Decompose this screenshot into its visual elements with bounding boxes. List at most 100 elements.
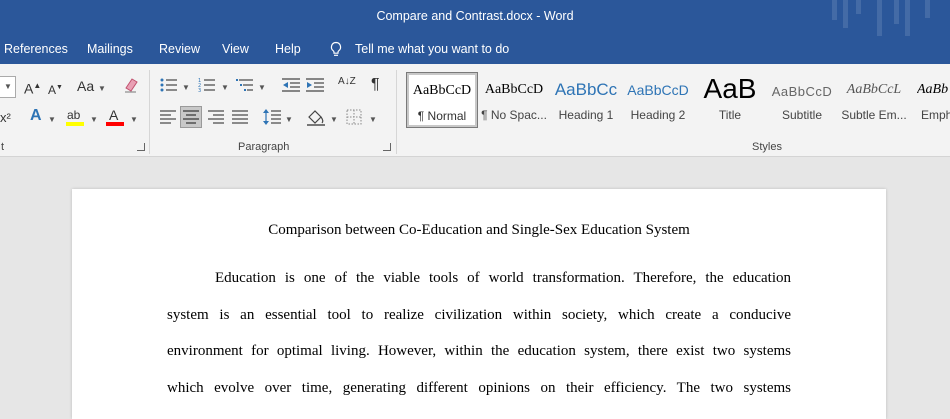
text-effects-label: A <box>30 107 42 124</box>
tab-review[interactable]: Review <box>159 42 200 56</box>
shading-icon[interactable] <box>306 108 326 126</box>
highlight-label: ab <box>67 108 81 122</box>
tab-view[interactable]: View <box>222 42 249 56</box>
superscript-button[interactable]: x² <box>0 111 11 125</box>
highlight-button[interactable]: ab <box>66 108 86 126</box>
style-name: Heading 2 <box>630 108 686 122</box>
style-name: Subtitle <box>781 108 823 122</box>
font-color-label: A <box>109 107 119 123</box>
titlebar-decoration <box>877 0 882 36</box>
style-heading-1[interactable]: AaBbCc Heading 1 <box>551 72 621 126</box>
justify-icon[interactable] <box>232 110 248 124</box>
styles-group-label: Styles <box>752 141 782 153</box>
titlebar-decoration <box>925 0 930 18</box>
title-bar: Compare and Contrast.docx - Word <box>0 0 950 36</box>
style-title[interactable]: AaB Title <box>695 72 765 126</box>
style-subtle-emphasis[interactable]: AaBbCcL Subtle Em... <box>839 72 909 126</box>
superscript-label: x² <box>0 110 11 125</box>
show-formatting-button[interactable]: ¶ <box>371 76 380 93</box>
style-name: Heading 1 <box>558 108 614 122</box>
ribbon-home: ▼ A▲ A▼ Aa ▼ x² A ▼ ab ▼ A ▼ t ▼ 1 2 3 ▼… <box>0 64 950 157</box>
chevron-down-icon[interactable]: ▼ <box>330 115 338 124</box>
shrink-font-button[interactable]: A▼ <box>48 81 63 97</box>
line-spacing-icon[interactable] <box>263 109 281 125</box>
bullets-icon[interactable] <box>160 77 178 93</box>
chevron-down-icon[interactable]: ▼ <box>258 83 266 92</box>
tab-help[interactable]: Help <box>275 42 301 56</box>
text-effects-button[interactable]: A <box>30 107 42 124</box>
style-sample: AaBbCcD <box>484 82 544 97</box>
tab-mailings[interactable]: Mailings <box>87 42 133 56</box>
chevron-down-icon[interactable]: ▼ <box>369 115 377 124</box>
chevron-down-icon: ▼ <box>4 82 12 91</box>
paragraph-line: environment for optimal living. However,… <box>167 343 791 359</box>
shrink-font-label: A <box>48 83 57 97</box>
chevron-down-icon[interactable]: ▼ <box>221 83 229 92</box>
tab-references[interactable]: References <box>4 42 68 56</box>
align-left-icon[interactable] <box>160 110 176 124</box>
paragraph-line: system is an essential tool to realize c… <box>167 307 791 323</box>
paragraph-line: which evolve over time, generating diffe… <box>167 380 791 396</box>
font-group-label: t <box>1 141 5 153</box>
style-name: ¶ Normal <box>417 109 467 123</box>
change-case-button[interactable]: Aa <box>77 79 94 93</box>
style-normal[interactable]: AaBbCcD ¶ Normal <box>406 72 478 128</box>
style-sample: AaB <box>703 73 757 104</box>
pilcrow-label: ¶ <box>371 76 380 93</box>
decrease-indent-icon[interactable] <box>282 77 300 93</box>
align-right-icon[interactable] <box>208 110 224 124</box>
sort-label: A↓Z <box>338 76 356 87</box>
chevron-down-icon[interactable]: ▼ <box>48 115 56 124</box>
highlight-color-bar <box>66 122 84 126</box>
ribbon-tabs: References Mailings Review View Help Tel… <box>0 36 950 64</box>
multilevel-list-icon[interactable] <box>236 77 254 93</box>
style-no-spacing[interactable]: AaBbCcD ¶ No Spac... <box>479 72 549 126</box>
document-page[interactable]: Comparison between Co-Education and Sing… <box>72 189 886 419</box>
sort-button[interactable]: A↓Z <box>338 76 356 87</box>
font-color-bar <box>106 122 124 126</box>
style-emphasis[interactable]: AaBb Emph <box>911 72 950 126</box>
clear-formatting-icon[interactable] <box>122 76 140 94</box>
font-size-dropdown[interactable]: ▼ <box>0 76 16 98</box>
style-subtitle[interactable]: AaBbCcD Subtitle <box>767 72 837 126</box>
font-dialog-launcher-icon[interactable] <box>137 143 145 151</box>
numbering-icon[interactable]: 1 2 3 <box>198 77 216 93</box>
style-name: Subtle Em... <box>841 108 907 122</box>
font-color-button[interactable]: A <box>106 108 124 126</box>
style-sample: AaBbCcD <box>627 82 689 98</box>
align-center-button[interactable] <box>180 106 202 128</box>
tell-me-search[interactable]: Tell me what you want to do <box>355 42 509 56</box>
chevron-down-icon[interactable]: ▼ <box>130 115 138 124</box>
chevron-down-icon[interactable]: ▼ <box>98 84 106 93</box>
titlebar-decoration <box>905 0 910 36</box>
chevron-down-icon[interactable]: ▼ <box>182 83 190 92</box>
style-heading-2[interactable]: AaBbCcD Heading 2 <box>623 72 693 126</box>
chevron-down-icon[interactable]: ▼ <box>285 115 293 124</box>
group-separator <box>396 70 397 154</box>
paragraph-line: Education is one of the viable tools of … <box>215 270 791 286</box>
window-title: Compare and Contrast.docx - Word <box>376 9 574 23</box>
titlebar-decoration <box>894 0 899 24</box>
group-separator <box>149 70 150 154</box>
paragraph-dialog-launcher-icon[interactable] <box>383 143 391 151</box>
align-center-icon <box>183 110 199 124</box>
borders-icon[interactable] <box>346 109 362 125</box>
style-name: Emph <box>921 108 950 122</box>
titlebar-decoration <box>843 0 848 28</box>
svg-text:3: 3 <box>198 88 201 93</box>
lightbulb-icon[interactable] <box>329 41 343 57</box>
chevron-down-icon[interactable]: ▼ <box>90 115 98 124</box>
grow-font-button[interactable]: A▲ <box>24 79 41 96</box>
style-name: ¶ No Spac... <box>481 108 547 122</box>
titlebar-decoration <box>832 0 837 20</box>
titlebar-decoration <box>856 0 861 14</box>
style-sample: AaBbCc <box>554 80 618 99</box>
document-title: Comparison between Co-Education and Sing… <box>268 222 690 238</box>
paragraph-group-label: Paragraph <box>238 141 290 153</box>
style-sample: AaBb <box>917 82 949 97</box>
style-name: Title <box>718 108 742 122</box>
style-sample: AaBbCcD <box>412 83 472 98</box>
style-sample: AaBbCcD <box>771 84 833 99</box>
grow-font-label: A <box>24 80 34 97</box>
increase-indent-icon[interactable] <box>306 77 324 93</box>
